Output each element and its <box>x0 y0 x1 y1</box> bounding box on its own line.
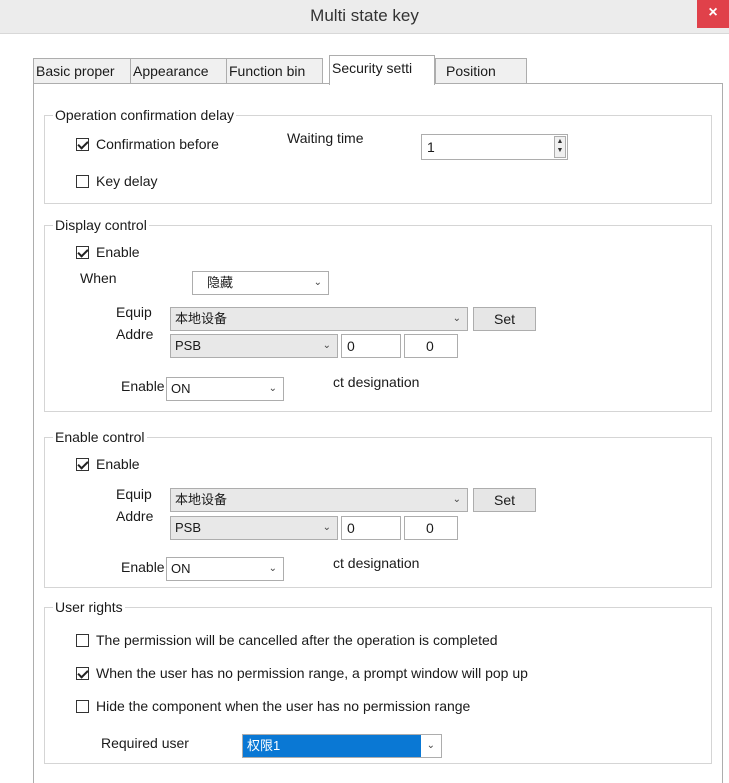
chevron-down-icon: ⌄ <box>268 383 277 394</box>
enable-state-select[interactable]: ON ⌄ <box>166 557 284 581</box>
chevron-down-icon: ⌄ <box>313 277 322 288</box>
operation-legend: Operation confirmation delay <box>55 107 234 123</box>
enable-control-legend: Enable control <box>55 429 145 445</box>
waiting-time-label: Waiting time <box>287 130 364 146</box>
chevron-down-icon: ⌄ <box>322 522 331 533</box>
display-address-label: Addre <box>116 326 154 342</box>
enable-address-input-2[interactable]: 0 <box>404 516 458 540</box>
user-rights-legend: User rights <box>55 599 123 615</box>
chevron-down-icon: ⌄ <box>452 494 461 505</box>
enable-set-button[interactable]: Set <box>473 488 536 512</box>
display-equip-value: 本地设备 <box>175 311 228 326</box>
enable-designation-label: ct designation <box>333 555 420 571</box>
enable-address-type-value: PSB <box>175 520 202 535</box>
display-address-input-1[interactable]: 0 <box>341 334 401 358</box>
chevron-down-icon: ⌄ <box>322 340 331 351</box>
when-label: When <box>80 270 117 286</box>
close-icon: × <box>708 4 718 21</box>
tab-appearance[interactable]: Appearance <box>130 58 227 84</box>
title-bar: Multi state key × <box>0 0 729 34</box>
waiting-time-spinner[interactable]: ▲ ▼ <box>554 136 566 158</box>
key-delay-checkbox[interactable] <box>76 175 89 188</box>
permission-cancel-label: The permission will be cancelled after t… <box>96 632 498 648</box>
enable-equip-label: Equip <box>116 486 152 502</box>
enable-control-checkbox[interactable] <box>76 458 89 471</box>
tab-basic-properties[interactable]: Basic proper <box>33 58 131 84</box>
enable-state-value: ON <box>171 561 191 576</box>
display-enable-state-select[interactable]: ON ⌄ <box>166 377 284 401</box>
prompt-window-label: When the user has no permission range, a… <box>96 665 528 681</box>
display-equip-select[interactable]: 本地设备 ⌄ <box>170 307 468 331</box>
enable-equip-value: 本地设备 <box>175 492 228 507</box>
hide-component-label: Hide the component when the user has no … <box>96 698 471 714</box>
tab-function-binding[interactable]: Function bin <box>226 58 323 84</box>
confirmation-label: Confirmation before <box>96 136 219 152</box>
chevron-down-icon: ⌄ <box>452 313 461 324</box>
display-enable-checkbox[interactable] <box>76 246 89 259</box>
display-enable-state-value: ON <box>171 381 191 396</box>
prompt-window-checkbox[interactable] <box>76 667 89 680</box>
security-settings-panel: Operation confirmation delay Confirmatio… <box>33 83 723 783</box>
chevron-down-icon: ⌄ <box>426 740 435 751</box>
when-value: 隐藏 <box>207 275 234 290</box>
permission-cancel-checkbox[interactable] <box>76 634 89 647</box>
display-set-button[interactable]: Set <box>473 307 536 331</box>
required-user-select[interactable]: 权限1 ⌄ <box>242 734 442 758</box>
display-address-input-2[interactable]: 0 <box>404 334 458 358</box>
when-select[interactable]: 隐藏 ⌄ <box>192 271 329 295</box>
chevron-down-icon: ⌄ <box>268 563 277 574</box>
enable-control-label: Enable <box>96 456 140 472</box>
confirmation-checkbox[interactable] <box>76 138 89 151</box>
tab-position[interactable]: Position <box>435 58 527 84</box>
required-user-label: Required user <box>101 735 189 751</box>
window-title: Multi state key <box>310 6 419 25</box>
enable-address-type-select[interactable]: PSB ⌄ <box>170 516 338 540</box>
enable-equip-select[interactable]: 本地设备 ⌄ <box>170 488 468 512</box>
operation-confirmation-group: Operation confirmation delay <box>44 107 712 204</box>
required-user-value: 权限1 <box>243 735 421 757</box>
display-address-type-select[interactable]: PSB ⌄ <box>170 334 338 358</box>
display-equip-label: Equip <box>116 304 152 320</box>
display-legend: Display control <box>55 217 147 233</box>
tab-security-settings[interactable]: Security setti <box>329 55 435 85</box>
display-designation-label: ct designation <box>333 374 420 390</box>
display-address-type-value: PSB <box>175 338 202 353</box>
key-delay-label: Key delay <box>96 173 158 189</box>
enable-address-label: Addre <box>116 508 154 524</box>
close-button[interactable]: × <box>697 0 729 28</box>
hide-component-checkbox[interactable] <box>76 700 89 713</box>
waiting-time-input[interactable]: 1 <box>421 134 568 160</box>
enable-address-input-1[interactable]: 0 <box>341 516 401 540</box>
display-enable-label: Enable <box>96 244 140 260</box>
